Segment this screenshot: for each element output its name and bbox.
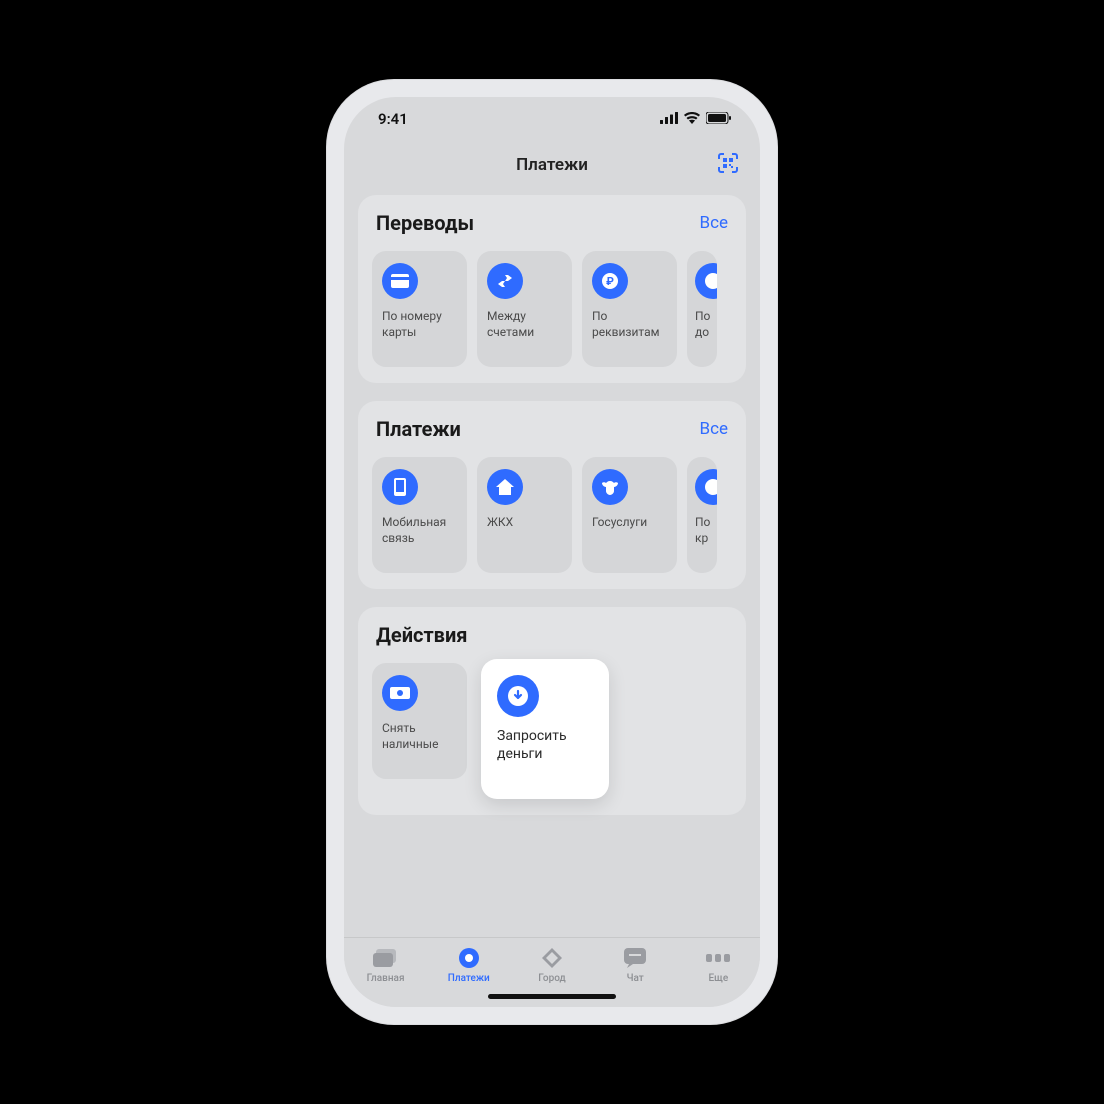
ruble-icon: ₽ (592, 263, 628, 299)
content[interactable]: Переводы Все По номеру карты Межд (344, 189, 760, 937)
tile-label: Запросить деньги (497, 727, 593, 763)
payment-tile-gosuslugi[interactable]: Госуслуги (582, 457, 677, 573)
payment-tile-mobile[interactable]: Мобильная связь (372, 457, 467, 573)
generic-icon (695, 263, 717, 299)
tile-label: По кр (695, 515, 717, 546)
download-circle-icon (497, 675, 539, 717)
tab-label: Еще (709, 973, 729, 984)
svg-text:₽: ₽ (606, 275, 614, 288)
grid-icon (706, 946, 730, 970)
transfer-tile-between-accounts[interactable]: Между счетами (477, 251, 572, 367)
section-payments-all-link[interactable]: Все (699, 419, 728, 439)
cellular-icon (660, 110, 678, 128)
action-tile-withdraw-cash[interactable]: Снять наличные (372, 663, 467, 779)
tile-label: Снять наличные (382, 721, 457, 752)
screen: 9:41 Платежи (344, 97, 760, 1007)
battery-icon (706, 110, 732, 128)
transfer-tile-more[interactable]: По до (687, 251, 717, 367)
status-bar: 9:41 (344, 97, 760, 141)
section-payments: Платежи Все Мобильная связь ЖКХ (358, 401, 746, 589)
qr-scan-button[interactable] (716, 151, 740, 179)
card-icon (382, 263, 418, 299)
card-stack-icon (373, 946, 399, 970)
section-transfers-title: Переводы (376, 211, 474, 235)
swap-icon (487, 263, 523, 299)
transfer-tile-card-number[interactable]: По номеру карты (372, 251, 467, 367)
section-actions-title: Действия (376, 623, 467, 647)
tab-label: Город (538, 973, 566, 984)
tile-label: Мобильная связь (382, 515, 457, 546)
eagle-icon (592, 469, 628, 505)
tab-label: Платежи (448, 973, 490, 984)
tile-label: ЖКХ (487, 515, 562, 531)
transfer-tile-requisites[interactable]: ₽ По реквизитам (582, 251, 677, 367)
house-icon (487, 469, 523, 505)
phone-icon (382, 469, 418, 505)
action-tile-request-money[interactable]: Запросить деньги (481, 659, 609, 799)
circle-icon (458, 946, 480, 970)
cash-icon (382, 675, 418, 711)
tile-label: По реквизитам (592, 309, 667, 340)
tab-city[interactable]: Город (516, 946, 588, 984)
status-time: 9:41 (378, 110, 408, 128)
phone-frame: 9:41 Платежи (326, 79, 778, 1025)
section-actions: Действия Снять наличные Запросить деньги (358, 607, 746, 815)
page-title: Платежи (516, 155, 588, 175)
payment-tile-utilities[interactable]: ЖКХ (477, 457, 572, 573)
tab-label: Главная (367, 973, 405, 984)
tab-label: Чат (627, 973, 644, 984)
tab-payments[interactable]: Платежи (433, 946, 505, 984)
tile-label: По до (695, 309, 717, 340)
tile-label: По номеру карты (382, 309, 457, 340)
tab-chat[interactable]: Чат (599, 946, 671, 984)
section-transfers-all-link[interactable]: Все (699, 213, 728, 233)
payment-tile-more[interactable]: По кр (687, 457, 717, 573)
tile-label: Между счетами (487, 309, 562, 340)
wifi-icon (684, 110, 700, 128)
section-payments-title: Платежи (376, 417, 461, 441)
nav-bar: Платежи (344, 141, 760, 189)
chat-icon (624, 946, 646, 970)
diamond-icon (541, 946, 563, 970)
section-transfers: Переводы Все По номеру карты Межд (358, 195, 746, 383)
home-indicator[interactable] (488, 994, 616, 999)
tab-more[interactable]: Еще (682, 946, 754, 984)
tab-home[interactable]: Главная (350, 946, 422, 984)
tile-label: Госуслуги (592, 515, 667, 531)
generic-icon (695, 469, 717, 505)
